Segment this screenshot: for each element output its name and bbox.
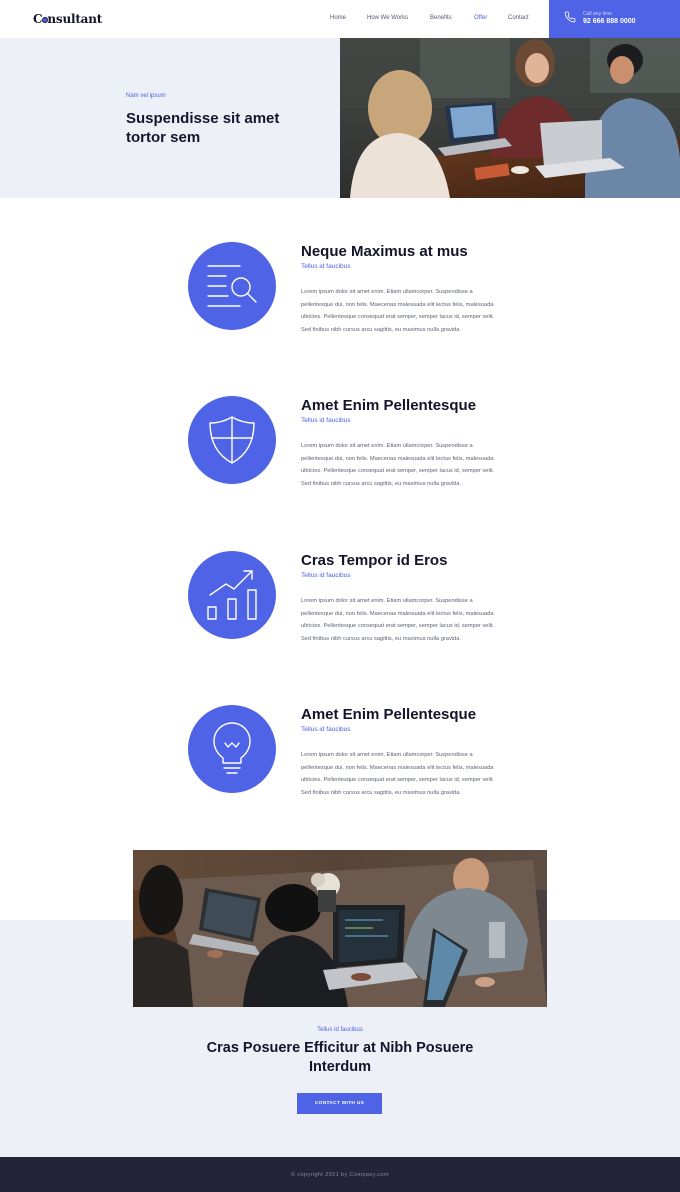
growth-chart-icon — [207, 570, 257, 620]
site-header: Cnsultant Home How We Works Benefits Off… — [0, 0, 680, 38]
team-coding-photo — [133, 850, 547, 1007]
feature-icon-circle — [188, 396, 276, 484]
feature-subtitle: Tellus id faucibus — [301, 726, 351, 733]
nav-how-we-works[interactable]: How We Works — [367, 15, 408, 21]
cta-kicker: Tellus id faucibus — [317, 1027, 363, 1033]
feature-item-3: Cras Tempor id Eros Tellus id faucibus L… — [0, 551, 680, 681]
shield-icon — [209, 416, 255, 464]
feature-body: Lorem ipsum dolor sit amet enim. Etiam u… — [301, 443, 495, 487]
feature-icon-circle — [188, 242, 276, 330]
hero-photo — [340, 38, 680, 198]
feature-item-4: Amet Enim Pellentesque Tellus id faucibu… — [0, 705, 680, 835]
feature-title: Amet Enim Pellentesque — [301, 397, 477, 414]
call-label: Call any time — [583, 11, 612, 17]
hero-kicker: Nam vel ipsum — [126, 93, 166, 99]
feature-body: Lorem ipsum dolor sit amet enim. Etiam u… — [301, 752, 495, 796]
phone-icon — [564, 11, 576, 23]
feature-title: Cras Tempor id Eros — [301, 552, 448, 569]
nav-offer[interactable]: Offer — [474, 15, 487, 21]
feature-item-1: Neque Maximus at mus Tellus id faucibus … — [0, 242, 680, 372]
feature-icon-circle — [188, 705, 276, 793]
hero-section: Nam vel ipsum Suspendisse sit amet torto… — [0, 38, 680, 198]
call-number[interactable]: 92 666 888 0000 — [583, 18, 636, 25]
nav-home[interactable]: Home — [330, 15, 346, 21]
cta-photo — [133, 850, 547, 1007]
nav-contact[interactable]: Contact — [508, 15, 529, 21]
feature-item-2: Amet Enim Pellentesque Tellus id faucibu… — [0, 396, 680, 526]
lightbulb-icon — [213, 722, 251, 774]
feature-subtitle: Tellus id faucibus — [301, 417, 351, 424]
nav-benefits[interactable]: Benefits — [430, 15, 452, 21]
feature-icon-circle — [188, 551, 276, 639]
feature-subtitle: Tellus id faucibus — [301, 572, 351, 579]
feature-title: Amet Enim Pellentesque — [301, 706, 477, 723]
feature-subtitle: Tellus id faucibus — [301, 263, 351, 270]
hero-title: Suspendisse sit amet tortor sem — [126, 110, 280, 146]
feature-title: Neque Maximus at mus — [301, 243, 468, 260]
people-with-laptops-photo — [340, 38, 680, 198]
document-search-icon — [207, 265, 257, 307]
call-box[interactable]: Call any time 92 666 888 0000 — [549, 0, 680, 38]
contact-with-us-button[interactable]: CONTACT WITH US — [297, 1093, 382, 1114]
feature-body: Lorem ipsum dolor sit amet enim. Etiam u… — [301, 289, 495, 333]
footer-copyright: © copyright 2021 by Company.com — [291, 1172, 389, 1178]
site-footer: © copyright 2021 by Company.com — [0, 1157, 680, 1192]
cta-title: Cras Posuere Efficitur at Nibh Posuere I… — [206, 1040, 474, 1075]
feature-body: Lorem ipsum dolor sit amet enim. Etiam u… — [301, 598, 495, 642]
